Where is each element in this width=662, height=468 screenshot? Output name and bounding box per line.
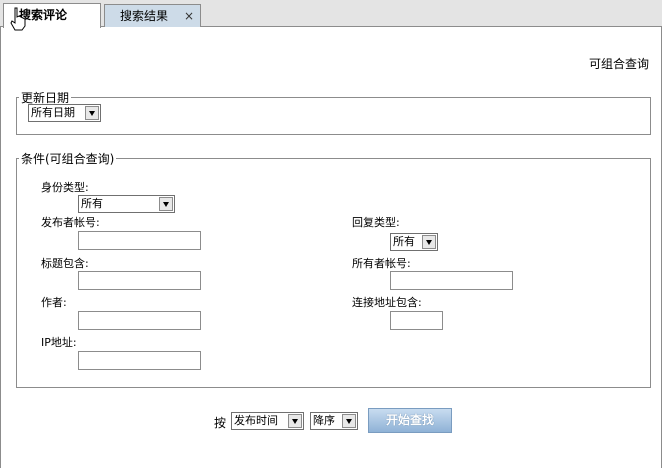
combo-query-hint: 可组合查询 (588, 57, 649, 71)
identity-type-select[interactable]: 所有 (78, 195, 175, 213)
chevron-down-icon (85, 106, 99, 120)
author-input[interactable] (78, 311, 201, 330)
sort-field-select-value: 发布时间 (234, 414, 278, 427)
tab-bar: 搜索评论 搜索结果 × (0, 0, 662, 31)
conditions-group: 条件(可组合查询) 身份类型: 所有 发布者帐号: 回复类型: 所有 标题包含:… (16, 150, 651, 388)
link-contains-input[interactable] (390, 311, 443, 330)
link-contains-label: 连接地址包含: (352, 296, 422, 309)
sort-by-label: 按 (214, 416, 227, 430)
chevron-down-icon (422, 235, 436, 249)
reply-type-select[interactable]: 所有 (390, 233, 438, 251)
reply-type-label: 回复类型: (352, 216, 400, 229)
update-date-group: 更新日期 所有日期 (16, 89, 651, 135)
search-panel: 可组合查询 更新日期 所有日期 条件(可组合查询) 身份类型: 所有 发布者帐号… (0, 27, 662, 468)
chevron-down-icon (159, 197, 173, 211)
author-label: 作者: (41, 296, 67, 309)
sort-order-select-value: 降序 (313, 414, 335, 427)
conditions-legend: 条件(可组合查询) (21, 152, 115, 166)
poster-account-label: 发布者帐号: (41, 216, 100, 229)
tab-search-results-label: 搜索结果 (120, 9, 169, 23)
sort-order-select[interactable]: 降序 (310, 412, 358, 430)
identity-type-select-value: 所有 (81, 197, 103, 210)
poster-account-input[interactable] (78, 231, 201, 250)
title-contains-input[interactable] (78, 271, 201, 290)
ip-address-label: IP地址: (41, 336, 77, 349)
reply-type-select-value: 所有 (393, 235, 415, 248)
identity-type-label: 身份类型: (41, 181, 89, 194)
ip-address-input[interactable] (78, 351, 201, 370)
close-icon[interactable]: × (184, 5, 194, 27)
update-date-select[interactable]: 所有日期 (28, 104, 101, 122)
chevron-down-icon (342, 414, 356, 428)
update-date-select-value: 所有日期 (31, 106, 75, 119)
tab-search-results[interactable]: 搜索结果 × (104, 4, 201, 27)
hand-cursor-icon (10, 7, 26, 31)
start-search-button[interactable]: 开始查找 (368, 408, 452, 433)
owner-account-input[interactable] (390, 271, 513, 290)
owner-account-label: 所有者帐号: (352, 257, 411, 270)
title-contains-label: 标题包含: (41, 257, 89, 270)
chevron-down-icon (288, 414, 302, 428)
sort-field-select[interactable]: 发布时间 (231, 412, 304, 430)
